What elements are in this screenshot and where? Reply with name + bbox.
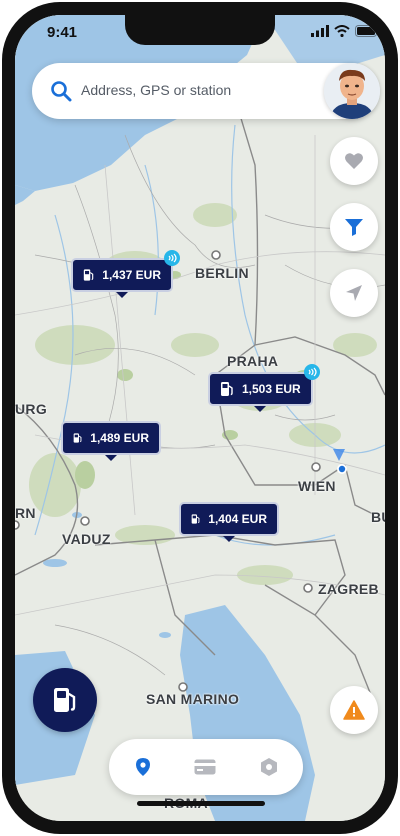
card-icon xyxy=(194,759,216,775)
filter-icon xyxy=(345,219,363,236)
report-issue-button[interactable] xyxy=(330,686,378,734)
station-pin-label: 1,437 EUR xyxy=(71,258,173,292)
cellular-signal-icon xyxy=(311,25,329,37)
favorites-button[interactable] xyxy=(330,137,378,185)
contactless-badge xyxy=(304,364,320,380)
city-label-praha: PRAHA xyxy=(227,353,279,369)
start-fueling-button[interactable] xyxy=(33,668,97,732)
search-input[interactable]: Address, GPS or station xyxy=(81,82,231,98)
station-price: 1,489 EUR xyxy=(90,431,149,445)
home-indicator[interactable] xyxy=(137,801,265,806)
fuel-pump-icon xyxy=(73,433,82,443)
avatar[interactable] xyxy=(324,63,380,119)
tab-more[interactable] xyxy=(257,755,281,779)
contactless-icon xyxy=(308,367,317,377)
city-label-burg: URG xyxy=(15,401,48,417)
heart-icon xyxy=(345,153,363,169)
station-price: 1,437 EUR xyxy=(102,268,161,282)
station-pin-label: 1,404 EUR xyxy=(179,502,279,536)
tab-map[interactable] xyxy=(131,755,155,779)
bottom-tab-bar xyxy=(109,739,303,795)
pin-tail xyxy=(223,536,235,542)
navigation-arrow-icon xyxy=(346,285,362,301)
station-price: 1,503 EUR xyxy=(242,382,301,396)
contactless-badge xyxy=(164,250,180,266)
station-pin-label: 1,503 EUR xyxy=(208,372,313,406)
city-label-bern: RN xyxy=(15,505,36,521)
pin-tail xyxy=(254,406,266,412)
search-icon xyxy=(51,81,72,102)
station-price: 1,404 EUR xyxy=(208,512,267,526)
city-label-zagreb: ZAGREB xyxy=(318,581,379,597)
fuel-pump-icon xyxy=(54,688,76,712)
city-label-berlin: BERLIN xyxy=(195,265,249,281)
status-time: 9:41 xyxy=(47,24,78,41)
station-pin-label: 1,489 EUR xyxy=(61,421,161,455)
city-label-vaduz: VADUZ xyxy=(62,531,111,547)
filter-button[interactable] xyxy=(330,203,378,251)
battery-icon xyxy=(355,25,380,37)
wifi-icon xyxy=(334,25,350,37)
pin-tail xyxy=(116,292,128,298)
user-avatar-icon xyxy=(324,63,380,119)
tab-payment[interactable] xyxy=(193,755,217,779)
fuel-pump-icon xyxy=(221,382,233,396)
status-icons xyxy=(311,25,380,37)
map-pin-icon xyxy=(136,758,150,776)
locate-me-button[interactable] xyxy=(330,269,378,317)
fuel-pump-icon xyxy=(83,269,94,281)
contactless-icon xyxy=(168,253,177,263)
city-label-san-marino: SAN MARINO xyxy=(146,691,240,707)
city-label-bu: BU xyxy=(371,509,385,525)
device-notch xyxy=(125,15,275,45)
city-label-wien: WIEN xyxy=(298,478,336,494)
app-screen: BERLIN PRAHA WIEN VADUZ ZAGREB SAN MARIN… xyxy=(15,15,385,821)
phone-frame: BERLIN PRAHA WIEN VADUZ ZAGREB SAN MARIN… xyxy=(2,2,398,834)
fuel-pump-icon xyxy=(191,514,200,524)
warning-icon xyxy=(343,700,365,720)
pin-tail xyxy=(105,455,117,461)
hexagon-icon xyxy=(261,758,277,776)
